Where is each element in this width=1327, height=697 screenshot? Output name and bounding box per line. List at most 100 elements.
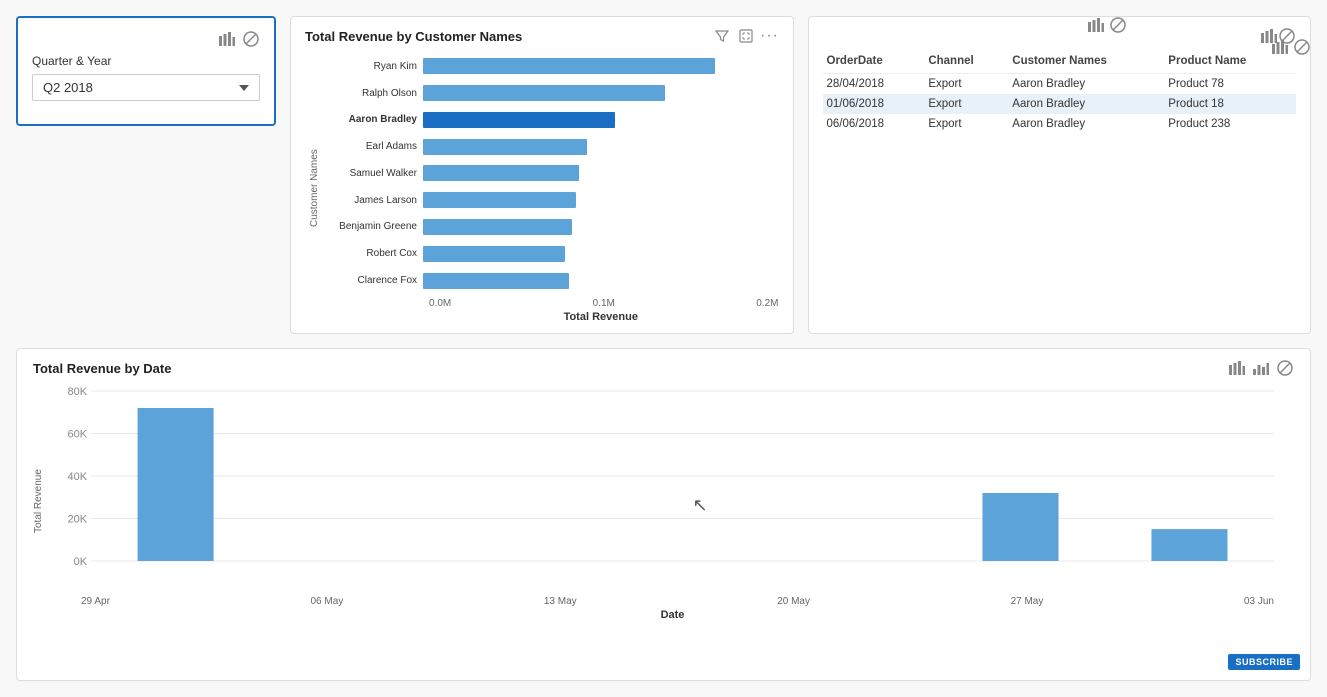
- bottom-x-tick: 29 Apr: [81, 596, 110, 607]
- svg-text:↖: ↖: [693, 495, 708, 515]
- top-right-icons1: [1087, 16, 1127, 34]
- subscribe-button[interactable]: SUBSCRIBE: [1228, 654, 1300, 670]
- bar-track: [423, 246, 779, 262]
- bottom-chart-inner: 80K 60K 40K 20K 0K ↖ 29 Apr 06 May 13 May 20 May…: [51, 381, 1294, 621]
- table-header-row: OrderDateChannelCustomer NamesProduct Na…: [823, 51, 1297, 74]
- tr-bar-chart-icon1[interactable]: [1087, 16, 1105, 34]
- bottom-x-ticks: 29 Apr 06 May 13 May 20 May 27 May 03 Jun: [51, 596, 1294, 607]
- bar-fill: [423, 58, 715, 74]
- table-head: OrderDateChannelCustomer NamesProduct Na…: [823, 51, 1297, 74]
- tr-bar-chart-icon2[interactable]: [1271, 38, 1289, 56]
- table-card-icons: [823, 27, 1297, 45]
- bar-chart-icon[interactable]: [218, 30, 236, 48]
- x-axis-ticks: 0.0M 0.1M 0.2M: [323, 298, 779, 309]
- bottom-chart-card: Total Revenue by Date: [16, 348, 1311, 681]
- table-row: 01/06/2018ExportAaron BradleyProduct 18: [823, 94, 1297, 114]
- table-cell: Export: [924, 114, 1008, 134]
- filter-label: Quarter & Year: [32, 54, 260, 68]
- bar-row: Aaron Bradley: [323, 109, 779, 131]
- bar-track: [423, 139, 779, 155]
- bottom-x-tick: 20 May: [777, 596, 810, 607]
- bottom-x-tick: 06 May: [310, 596, 343, 607]
- bar-track: [423, 112, 779, 128]
- bottom-chart-icon2[interactable]: [1252, 359, 1270, 377]
- table-cell: 01/06/2018: [823, 94, 925, 114]
- bar-row: Earl Adams: [323, 136, 779, 158]
- bar-row-label: Clarence Fox: [323, 275, 423, 286]
- horizontal-bar-chart: Customer Names Ryan Kim Ralph Olson Aaron …: [305, 53, 779, 323]
- bar-fill: [423, 246, 565, 262]
- bar-fill: [423, 139, 587, 155]
- svg-text:0K: 0K: [74, 556, 88, 568]
- table-card: OrderDateChannelCustomer NamesProduct Na…: [808, 16, 1312, 334]
- more-icon[interactable]: ···: [761, 27, 779, 45]
- bar-track: [423, 273, 779, 289]
- table-cell: Aaron Bradley: [1008, 94, 1164, 114]
- bar-chart-title: Total Revenue by Customer Names: [305, 29, 522, 44]
- bar-chart-content: Ryan Kim Ralph Olson Aaron Bradley Earl Ada…: [323, 53, 779, 323]
- table-col-header: OrderDate: [823, 51, 925, 74]
- bottom-chart-title: Total Revenue by Date: [33, 361, 171, 376]
- quarter-year-select[interactable]: Q2 2018 Q1 2018 Q3 2018 Q4 2018: [32, 74, 260, 101]
- bottom-x-tick: 27 May: [1011, 596, 1044, 607]
- x-tick: 0.0M: [429, 298, 451, 309]
- table-cell: 06/06/2018: [823, 114, 925, 134]
- x-tick: 0.2M: [756, 298, 778, 309]
- bar-fill: [423, 219, 572, 235]
- bar-row: Ryan Kim: [323, 55, 779, 77]
- bar-row-label: Robert Cox: [323, 248, 423, 259]
- tr-no-icon1[interactable]: [1109, 16, 1127, 34]
- bar-track: [423, 219, 779, 235]
- bar-track: [423, 192, 779, 208]
- filter-icon[interactable]: [713, 27, 731, 45]
- table-cell: Aaron Bradley: [1008, 74, 1164, 95]
- bar-row: Benjamin Greene: [323, 216, 779, 238]
- table-col-header: Channel: [924, 51, 1008, 74]
- bar-row: Clarence Fox: [323, 270, 779, 292]
- bottom-y-label: Total Revenue: [33, 381, 51, 621]
- table-row: 28/04/2018ExportAaron BradleyProduct 78: [823, 74, 1297, 95]
- bar-row-label: Earl Adams: [323, 141, 423, 152]
- bar-chart-y-label: Customer Names: [305, 53, 323, 323]
- bar-track: [423, 85, 779, 101]
- svg-text:60K: 60K: [67, 429, 87, 441]
- table-row: 06/06/2018ExportAaron BradleyProduct 238: [823, 114, 1297, 134]
- bar-row-label: Samuel Walker: [323, 168, 423, 179]
- bar-fill: [423, 192, 576, 208]
- bottom-x-tick: 03 Jun: [1244, 596, 1274, 607]
- data-table: OrderDateChannelCustomer NamesProduct Na…: [823, 51, 1297, 134]
- table-cell: Product 18: [1164, 94, 1296, 114]
- bar-rows: Ryan Kim Ralph Olson Aaron Bradley Earl Ada…: [323, 53, 779, 294]
- bar-row: Ralph Olson: [323, 82, 779, 104]
- bar-chart-icons: ···: [713, 27, 779, 45]
- bar-chart-x-label: Total Revenue: [323, 311, 779, 323]
- bottom-chart-icons: [1228, 359, 1294, 377]
- svg-text:80K: 80K: [67, 386, 87, 398]
- bar-row: Samuel Walker: [323, 162, 779, 184]
- bar-row-label: Ralph Olson: [323, 88, 423, 99]
- table-cell: Aaron Bradley: [1008, 114, 1164, 134]
- bar-row-label: James Larson: [323, 195, 423, 206]
- bottom-bar-chart-icon[interactable]: [1228, 359, 1246, 377]
- bar-track: [423, 165, 779, 181]
- svg-text:40K: 40K: [67, 471, 87, 483]
- table-body: 28/04/2018ExportAaron BradleyProduct 780…: [823, 74, 1297, 135]
- bottom-x-label: Date: [51, 609, 1294, 621]
- bar-row-label: Aaron Bradley: [323, 114, 423, 125]
- x-tick: 0.1M: [593, 298, 615, 309]
- dashboard: Quarter & Year Q2 2018 Q1 2018 Q3 2018 Q…: [0, 0, 1327, 697]
- svg-text:20K: 20K: [67, 514, 87, 526]
- bar-row: Robert Cox: [323, 243, 779, 265]
- bottom-chart-area: Total Revenue 80K 60K 40K 20K 0K ↖ 29 Apr 06 M…: [33, 381, 1294, 621]
- bar-fill: [423, 112, 615, 128]
- tr-no-icon2[interactable]: [1293, 38, 1311, 56]
- top-right-icons2: [1271, 38, 1311, 56]
- table-cell: Product 238: [1164, 114, 1296, 134]
- table-cell: 28/04/2018: [823, 74, 925, 95]
- bottom-x-tick: 13 May: [544, 596, 577, 607]
- bottom-no-icon[interactable]: [1276, 359, 1294, 377]
- no-icon[interactable]: [242, 30, 260, 48]
- expand-icon[interactable]: [737, 27, 755, 45]
- bar-track: [423, 58, 779, 74]
- table-cell: Export: [924, 74, 1008, 95]
